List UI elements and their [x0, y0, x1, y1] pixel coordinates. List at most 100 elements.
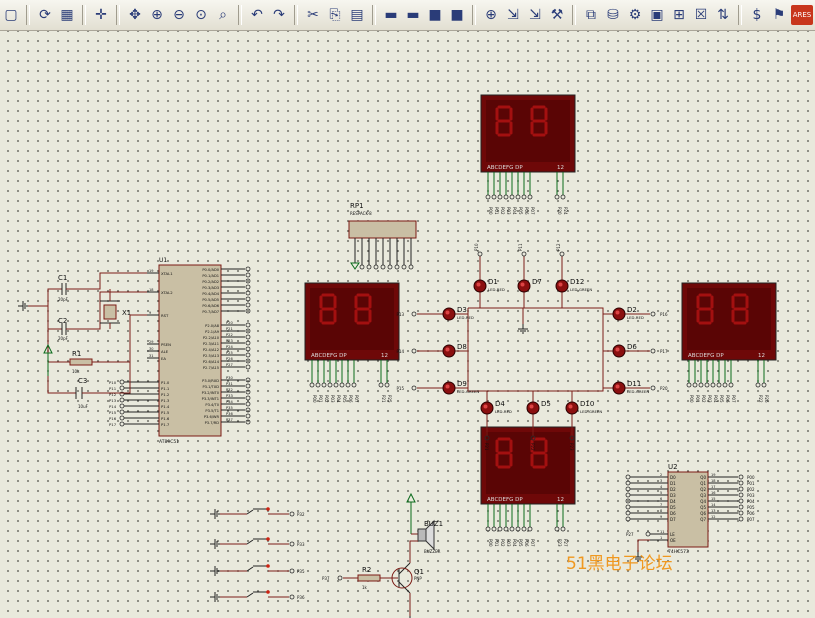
block-move-icon[interactable]: ▬ — [403, 5, 423, 25]
refresh-icon[interactable]: ⟳ — [35, 5, 55, 25]
led-ref: D9 — [457, 380, 467, 388]
net-terminal — [521, 251, 527, 257]
latch-pin-num: 12 — [711, 515, 715, 519]
copy-icon[interactable]: ⎘ — [325, 5, 345, 25]
net-terminal — [245, 401, 251, 407]
display-net-label: P00 — [312, 395, 317, 403]
display-net-label: P00 — [689, 395, 694, 403]
wire — [47, 329, 70, 363]
display-net-label: P05 — [518, 207, 523, 215]
r1-ref: R1 — [72, 350, 81, 358]
block-delete-icon[interactable]: ■ — [447, 5, 467, 25]
schematic-canvas[interactable]: ABCDEFG DP 12 ABCDEFG DP 12 ABCDEFG DP 12 ABCD… — [0, 31, 815, 618]
display-net-label: P07 — [530, 539, 535, 547]
net-terminal — [401, 264, 407, 270]
design-explorer-icon[interactable]: ▣ — [647, 5, 667, 25]
zoom-all-icon[interactable]: ⊙ — [191, 5, 211, 25]
latch-pin-num: 11 — [660, 530, 664, 534]
grid-icon[interactable]: ▦ — [57, 5, 77, 25]
net-terminal — [645, 531, 651, 537]
rp1-value: RESPACK-8 — [350, 211, 372, 216]
display-net-label: P02 — [324, 395, 329, 403]
net-label: P36 — [226, 412, 233, 416]
remove-sheet-icon[interactable]: ☒ — [691, 5, 711, 25]
display-net-label: P01 — [318, 395, 323, 403]
mcu-pin-label: P3.0/RXD — [202, 379, 219, 383]
led-ref: D6 — [627, 343, 637, 351]
net-label: P14 — [109, 404, 117, 409]
net-terminal — [559, 251, 565, 257]
display-net-label: P07 — [731, 395, 736, 403]
net-terminal — [625, 498, 631, 504]
display-net-label: P22 — [758, 395, 763, 403]
latch-pin-label: D2 — [670, 487, 676, 492]
led-highlight — [615, 310, 620, 315]
mcu-pin-label: P0.1/AD1 — [202, 274, 219, 278]
decompose-icon[interactable]: ⚒ — [547, 5, 567, 25]
paste-icon[interactable]: ▤ — [347, 5, 367, 25]
net-terminal — [411, 385, 417, 391]
net-terminal — [650, 348, 656, 354]
q1-ref: Q1 — [414, 568, 424, 576]
mcu-pin-label: P2.3/A11 — [203, 342, 219, 346]
erc-icon[interactable]: ⚑ — [769, 5, 789, 25]
latch-pin-num: 5 — [660, 491, 662, 495]
display-pin-terminal — [722, 382, 728, 388]
display-pin-terminal — [560, 194, 566, 200]
origin-icon[interactable]: ✛ — [91, 5, 111, 25]
switch-knob — [266, 590, 270, 594]
display-pin-terminal — [309, 382, 315, 388]
toolbar-separator — [82, 5, 86, 25]
net-terminal — [119, 415, 125, 421]
zoom-area-icon[interactable]: ⌕ — [213, 5, 233, 25]
mcu-ref: U1 — [159, 257, 167, 264]
make-device-icon[interactable]: ⇲ — [503, 5, 523, 25]
led-d1 — [473, 279, 487, 293]
zoom-out-icon[interactable]: ⊖ — [169, 5, 189, 25]
wire — [47, 376, 76, 394]
net-terminal — [245, 340, 251, 346]
block-copy-icon[interactable]: ▬ — [381, 5, 401, 25]
redo-icon[interactable]: ↷ — [269, 5, 289, 25]
zoom-in-icon[interactable]: ⊕ — [147, 5, 167, 25]
exit-to-parent-icon[interactable]: ⇅ — [713, 5, 733, 25]
block-rotate-icon[interactable]: ■ — [425, 5, 445, 25]
display-face — [486, 100, 570, 162]
pick-device-icon[interactable]: ⊕ — [481, 5, 501, 25]
new-sheet-icon[interactable]: ⊞ — [669, 5, 689, 25]
display-net-label: P26 — [764, 395, 769, 403]
search-icon[interactable]: ⛁ — [603, 5, 623, 25]
mcu-pin-label: P2.6/A14 — [203, 360, 220, 364]
display-pin-terminal — [704, 382, 710, 388]
display-net-label: P06 — [725, 395, 730, 403]
display-pin-terminal — [686, 382, 692, 388]
led-highlight — [445, 384, 450, 389]
mcu-part: AT89C51 — [159, 439, 179, 445]
pan-icon[interactable]: ✥ — [125, 5, 145, 25]
mcu-pin-label: P1.7 — [161, 422, 170, 427]
toolbar-separator — [372, 5, 376, 25]
display-digit-label: 12 — [557, 165, 564, 171]
latch-pin-label: D5 — [670, 505, 676, 510]
property-tool-icon[interactable]: ⚙ — [625, 5, 645, 25]
wire-autorouter-icon[interactable]: ⧉ — [581, 5, 601, 25]
mcu-pin-label: P2.0/A8 — [205, 324, 220, 328]
undo-icon[interactable]: ↶ — [247, 5, 267, 25]
mcu-pin-label: P3.2/INT0 — [202, 391, 220, 395]
mcu-pin-label: P1.3 — [161, 398, 170, 403]
page-icon[interactable]: ▢ — [1, 5, 21, 25]
net-label: P33 — [297, 542, 305, 547]
seven-segment-display — [681, 282, 777, 361]
net-terminal — [245, 290, 251, 296]
net-label: P07 — [747, 517, 755, 522]
buzzer-buz1 — [417, 528, 427, 542]
bill-of-materials-icon[interactable]: $ — [747, 5, 767, 25]
display-net-label: P21 — [381, 395, 386, 403]
display-pin-terminal — [728, 382, 734, 388]
led-ref: D4 — [495, 400, 505, 408]
led-d11 — [612, 381, 626, 395]
latch-pin-num: 9 — [660, 515, 662, 519]
ares-icon[interactable]: ARES — [791, 5, 813, 25]
cut-icon[interactable]: ✂ — [303, 5, 323, 25]
packaging-icon[interactable]: ⇲ — [525, 5, 545, 25]
